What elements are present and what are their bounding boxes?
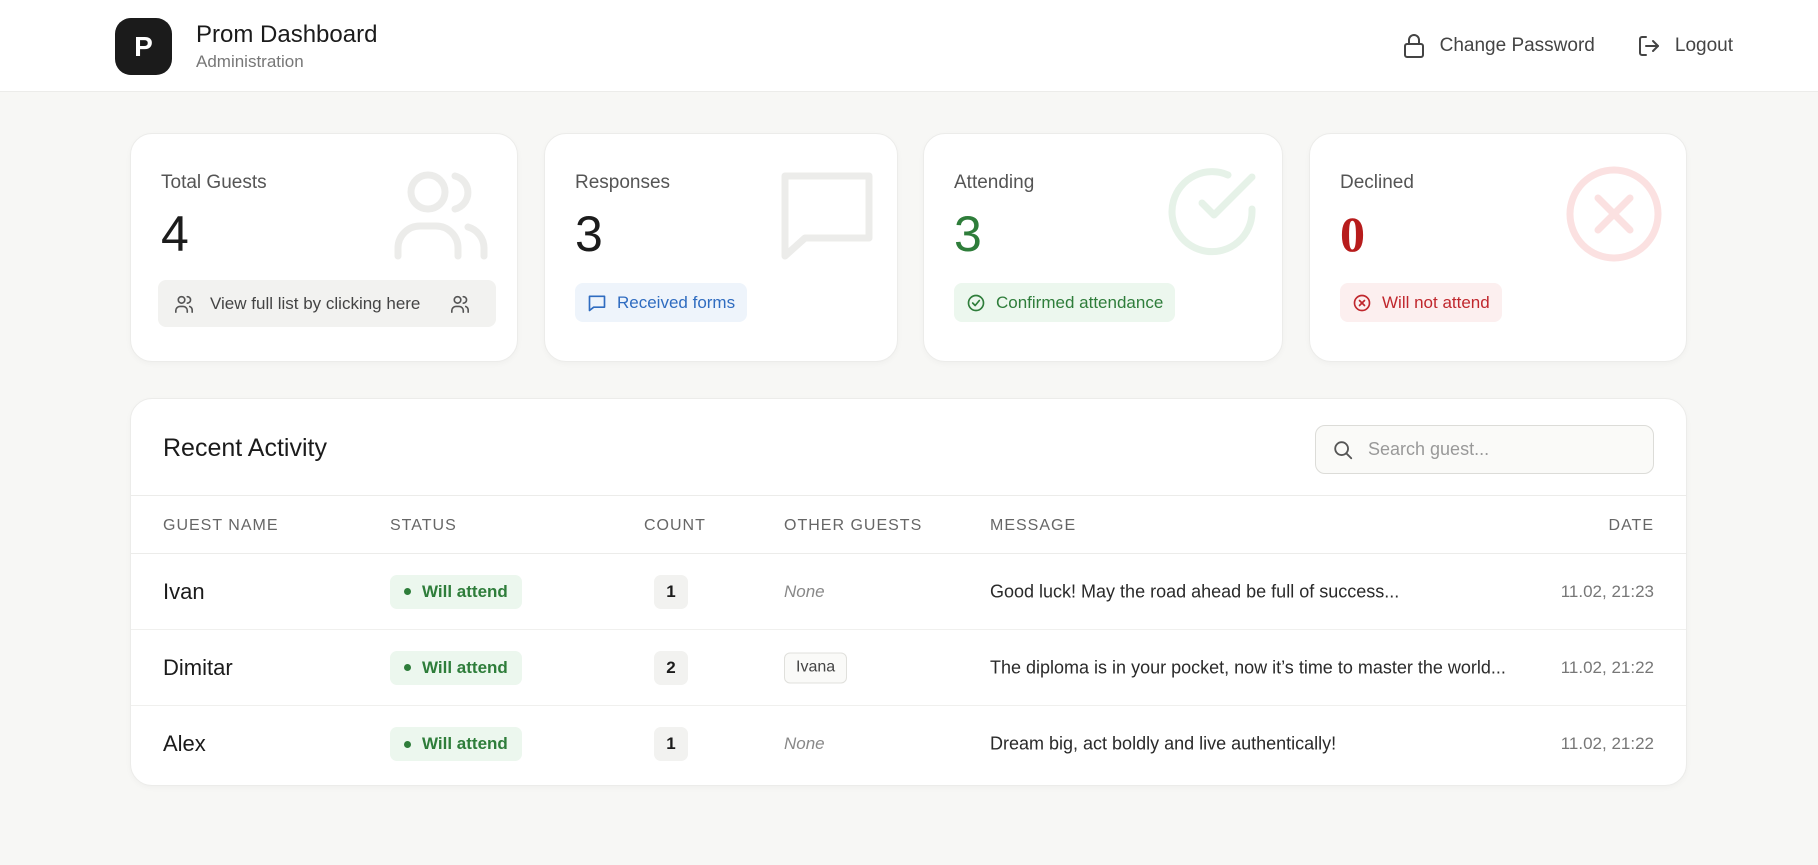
guest-name: Alex [163,731,206,756]
brand-logo: P [115,18,172,75]
header-actions: Change Password Logout [1402,33,1733,59]
logout-icon [1638,36,1659,56]
received-forms-badge: Received forms [575,283,748,322]
x-circle-icon [1566,166,1662,262]
date-text: 11.02, 21:23 [1560,581,1654,601]
lock-icon [1403,34,1424,58]
recent-activity-panel: Recent Activity GUEST NAME STATUS COUNT … [130,398,1687,786]
search-input[interactable] [1368,439,1628,460]
responses-card: Responses 3 Received forms [544,133,898,362]
view-full-list-button[interactable]: View full list by clicking here [158,280,496,327]
table-row[interactable]: Alex Will attend 1 None Dream big, act b… [131,706,1686,782]
change-password-button[interactable]: Change Password [1402,33,1595,59]
count-badge: 1 [654,727,688,761]
status-badge: Will attend [390,650,522,685]
status-label: Will attend [422,581,508,601]
column-message: MESSAGE [990,517,1077,534]
guest-name: Ivan [163,578,205,604]
status-label: Will attend [422,657,508,677]
users-icon [175,295,193,313]
search-box [1315,425,1654,474]
message-text: Dream big, act boldly and live authentic… [990,733,1337,754]
check-circle-icon [1168,168,1256,256]
status-dot-icon [404,588,411,595]
column-guest-name: GUEST NAME [163,517,279,534]
check-circle-icon [967,294,985,311]
confirmed-attendance-badge: Confirmed attendance [954,283,1176,322]
guest-name: Dimitar [163,654,233,680]
table-row[interactable]: Dimitar Will attend 2 Ivana The diploma … [131,630,1686,706]
responses-value: 3 [575,206,603,262]
column-status: STATUS [390,517,457,534]
top-header: P Prom Dashboard Administration Change P… [0,0,1818,92]
confirmed-attendance-label: Confirmed attendance [996,292,1164,312]
responses-label: Responses [575,172,671,193]
x-circle-icon [1353,294,1371,311]
brand: P Prom Dashboard Administration [115,18,377,75]
change-password-label: Change Password [1439,35,1595,56]
logout-label: Logout [1674,35,1733,56]
total-guests-card: Total Guests 4 View full list by clickin… [130,133,518,362]
app-title: Prom Dashboard [196,21,378,48]
column-other-guests: OTHER GUESTS [784,517,923,534]
status-badge: Will attend [390,574,522,609]
message-text: Good luck! May the road ahead be full of… [990,581,1400,601]
total-guests-value: 4 [161,206,189,262]
will-not-attend-label: Will not attend [1382,292,1490,312]
status-dot-icon [404,664,411,671]
logout-button[interactable]: Logout [1637,34,1733,58]
status-dot-icon [404,740,411,748]
other-guests: None [784,734,825,753]
will-not-attend-badge: Will not attend [1340,283,1502,322]
recent-activity-title: Recent Activity [163,434,327,462]
message-icon [781,172,873,260]
count-badge: 1 [654,574,688,609]
column-count: COUNT [644,517,706,534]
status-label: Will attend [422,734,508,753]
other-guest-tag: Ivana [784,652,848,683]
total-guests-label: Total Guests [161,172,267,193]
attending-label: Attending [954,172,1035,193]
users-icon [394,171,488,260]
search-icon [1334,440,1353,459]
date-text: 11.02, 21:22 [1560,734,1654,753]
table-header: GUEST NAME STATUS COUNT OTHER GUESTS MES… [131,495,1686,554]
declined-card: Declined 0 Will not attend [1309,133,1687,362]
message-icon [588,295,606,311]
brand-text: Prom Dashboard Administration [196,21,377,72]
received-forms-label: Received forms [617,292,736,312]
table-row[interactable]: Ivan Will attend 1 None Good luck! May t… [131,554,1686,630]
attending-card: Attending 3 Confirmed attendance [923,133,1283,362]
attending-value: 3 [954,206,982,262]
status-badge: Will attend [390,727,522,761]
app-subtitle: Administration [196,52,304,71]
declined-value: 0 [1340,206,1365,262]
message-text: The diploma is in your pocket, now it’s … [990,657,1506,677]
users-icon [451,295,469,313]
other-guests: None [784,581,825,601]
date-text: 11.02, 21:22 [1560,657,1654,677]
view-full-list-label: View full list by clicking here [210,293,421,313]
declined-label: Declined [1340,172,1414,193]
column-date: DATE [1608,517,1654,534]
count-badge: 2 [654,650,688,685]
